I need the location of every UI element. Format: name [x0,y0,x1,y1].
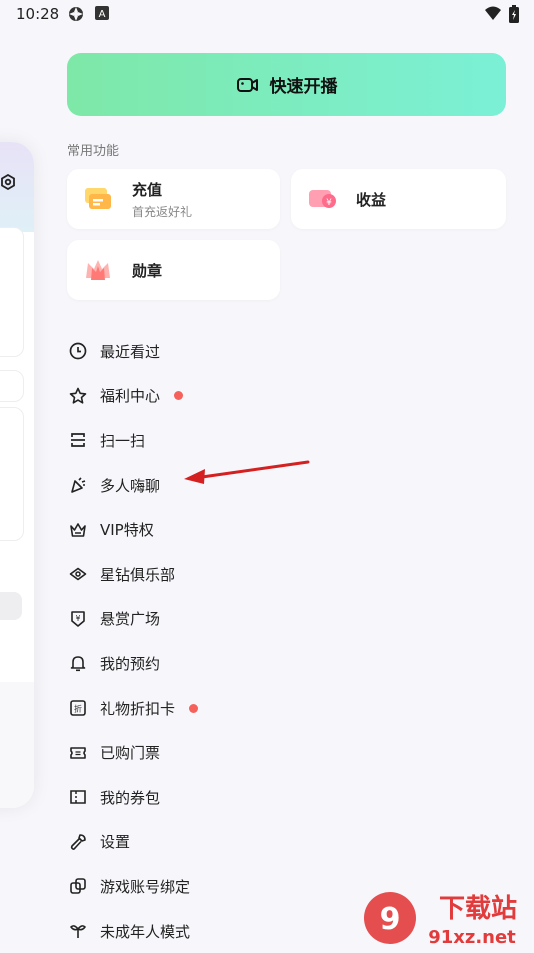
recharge-title: 充值 [132,180,163,199]
background-page-card [0,370,24,402]
menu-label: 最近看过 [100,342,161,361]
star-icon [67,385,89,407]
discount-icon: 折 [67,697,89,719]
svg-text:A: A [99,9,106,20]
notification-dot [174,391,184,401]
menu-label: 多人嗨聊 [100,476,161,495]
menu-label: 我的券包 [100,788,161,807]
menu-label: 悬赏广场 [100,610,161,629]
sprout-icon [67,920,89,942]
menu-item-my-reservations[interactable]: 我的预约 [67,641,507,686]
menu-label: 设置 [100,833,131,852]
diamond-icon [67,563,89,585]
medal-card[interactable]: 勋章 [67,240,280,300]
svg-text:¥: ¥ [76,614,81,623]
menu-item-my-coupons[interactable]: 我的券包 [67,775,507,820]
svg-text:91xz.net: 91xz.net [428,927,516,948]
background-page-panel [0,142,34,808]
svg-text:下载站: 下载站 [439,894,517,924]
video-camera-icon [236,75,260,95]
earnings-title: 收益 [356,190,387,209]
svg-text:折: 折 [74,704,82,714]
menu-list: 最近看过 福利中心 扫一扫 多人嗨聊 VIP特权 星钻俱乐部 ¥ 悬赏广场 我的… [67,329,507,953]
crown-icon [67,519,89,541]
app-notification-icon [68,6,84,22]
link-icon [67,875,89,897]
recharge-coupon-icon [82,183,114,215]
menu-item-welfare-center[interactable]: 福利中心 [67,374,507,419]
notification-dot [189,703,199,713]
clock-icon [67,340,89,362]
earnings-wallet-icon: ¥ [306,183,338,215]
settings-hex-icon [0,174,16,190]
menu-label: 福利中心 [100,387,161,406]
menu-item-settings[interactable]: 设置 [67,820,507,865]
menu-item-bounty-square[interactable]: ¥ 悬赏广场 [67,597,507,642]
svg-text:9: 9 [380,902,401,937]
quick-start-live-button[interactable]: 快速开播 [67,53,506,116]
menu-label: 游戏账号绑定 [100,877,191,896]
battery-icon [509,5,519,23]
menu-item-purchased-tickets[interactable]: 已购门票 [67,730,507,775]
menu-item-recently-viewed[interactable]: 最近看过 [67,329,507,374]
watermark-logo-icon: 9 下载站 91xz.net [364,892,517,948]
background-page-bar [0,592,22,620]
menu-label: 我的预约 [100,654,161,673]
annotation-arrow [184,460,310,484]
status-bar: 10:28 A [0,0,534,28]
recharge-card[interactable]: 充值 首充返好礼 [67,169,280,229]
background-page-card [0,407,24,541]
menu-label: 礼物折扣卡 [100,699,176,718]
medal-title: 勋章 [132,261,163,280]
wrench-icon [67,831,89,853]
bounty-icon: ¥ [67,608,89,630]
status-time: 10:28 [16,5,60,23]
coupon-icon [67,786,89,808]
ticket-icon [67,742,89,764]
menu-label: VIP特权 [100,521,154,540]
menu-item-vip[interactable]: VIP特权 [67,507,507,552]
medal-icon [82,254,114,286]
menu-label: 扫一扫 [100,431,146,450]
earnings-card[interactable]: ¥ 收益 [291,169,506,229]
recharge-subtitle: 首充返好礼 [132,204,193,219]
section-title: 常用功能 [67,144,120,159]
background-page-footer [0,682,34,808]
menu-label: 未成年人模式 [100,922,191,941]
menu-item-diamond-club[interactable]: 星钻俱乐部 [67,552,507,597]
menu-label: 已购门票 [100,744,161,763]
site-watermark: 9 下载站 91xz.net [360,885,534,950]
background-page-card [0,227,24,357]
menu-item-gift-discount-card[interactable]: 折 礼物折扣卡 [67,686,507,731]
wifi-icon [484,6,502,22]
bell-icon [67,652,89,674]
svg-text:¥: ¥ [326,198,332,208]
quick-start-label: 快速开播 [269,77,338,97]
scan-icon [67,429,89,451]
a-notification-icon: A [95,6,109,20]
menu-label: 星钻俱乐部 [100,565,176,584]
party-icon [67,474,89,496]
